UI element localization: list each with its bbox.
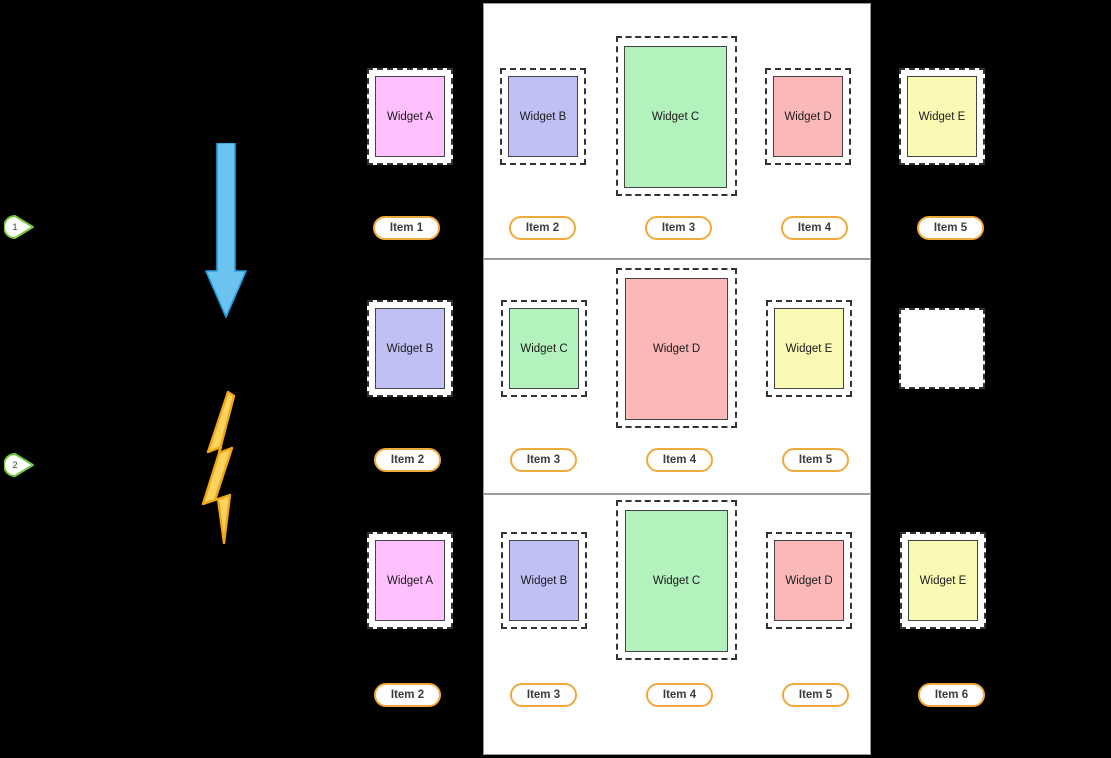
item-pill[interactable]: Item 1 xyxy=(373,216,440,240)
item-pill[interactable]: Item 3 xyxy=(510,448,577,472)
widget-box[interactable]: Widget D xyxy=(774,540,844,621)
panel-row-divider-2 xyxy=(484,493,870,495)
item-pill[interactable]: Item 5 xyxy=(917,216,984,240)
step-marker-label: 1 xyxy=(12,222,18,232)
item-pill[interactable]: Item 3 xyxy=(510,683,577,707)
item-pill[interactable]: Item 5 xyxy=(782,448,849,472)
widget-box[interactable]: Widget E xyxy=(774,308,844,389)
step-marker-1[interactable]: 1 xyxy=(4,214,34,240)
item-pill[interactable]: Item 4 xyxy=(646,683,713,707)
widget-box[interactable]: Widget C xyxy=(509,308,579,389)
widget-box[interactable]: Widget E xyxy=(908,540,978,621)
item-pill[interactable]: Item 6 xyxy=(918,683,985,707)
down-arrow-icon xyxy=(205,142,247,323)
widget-box[interactable]: Widget A xyxy=(375,540,445,621)
item-pill[interactable]: Item 3 xyxy=(645,216,712,240)
step-marker-2[interactable]: 2 xyxy=(4,452,34,478)
widget-box[interactable]: Widget B xyxy=(509,540,579,621)
item-pill[interactable]: Item 4 xyxy=(646,448,713,472)
widget-box[interactable]: Widget A xyxy=(375,76,445,157)
diagram-canvas: 1 2 Widget A Item 1 Widget B Item 2 Widget C I… xyxy=(0,0,1111,758)
item-pill[interactable]: Item 2 xyxy=(509,216,576,240)
widget-box[interactable]: Widget D xyxy=(773,76,843,157)
widget-box[interactable]: Widget B xyxy=(508,76,578,157)
item-pill[interactable]: Item 5 xyxy=(782,683,849,707)
widget-box[interactable]: Widget B xyxy=(375,308,445,389)
panel-row-divider-1 xyxy=(484,258,870,260)
widget-box[interactable]: Widget E xyxy=(907,76,977,157)
item-pill[interactable]: Item 4 xyxy=(781,216,848,240)
item-pill[interactable]: Item 2 xyxy=(374,683,441,707)
widget-box[interactable]: Widget D xyxy=(625,278,728,420)
widget-box[interactable]: Widget C xyxy=(624,46,727,188)
widget-box[interactable]: Widget C xyxy=(625,510,728,652)
step-marker-label: 2 xyxy=(12,460,18,470)
widget-group-box[interactable] xyxy=(899,308,985,389)
lightning-bolt-icon xyxy=(196,390,258,550)
item-pill[interactable]: Item 2 xyxy=(374,448,441,472)
